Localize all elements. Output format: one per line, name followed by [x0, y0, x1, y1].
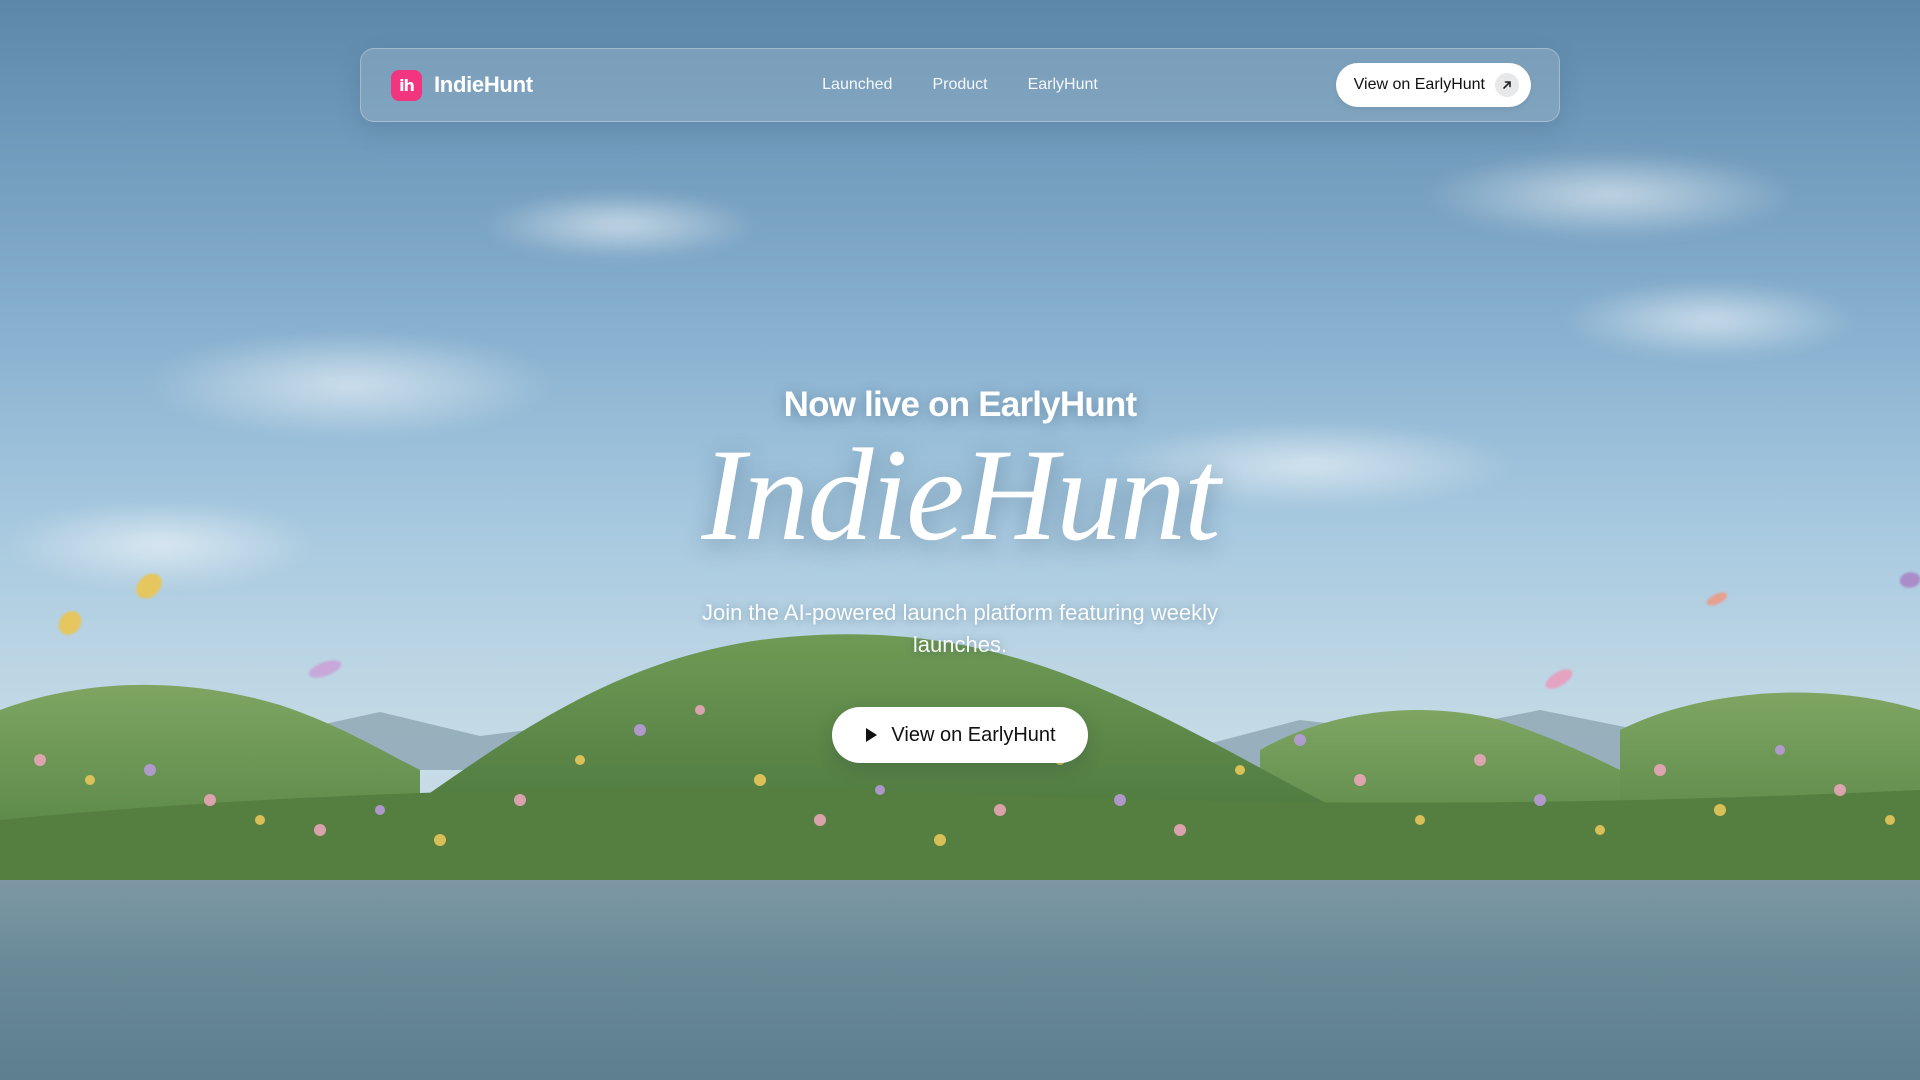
hero-subtitle: Join the AI-powered launch platform feat… [701, 600, 1219, 657]
brand-name: IndieHunt [434, 72, 533, 97]
top-navbar: ih IndieHunt Launched Product EarlyHunt … [360, 48, 1560, 122]
view-on-earlyhunt-hero-button[interactable]: View on EarlyHunt [832, 707, 1088, 763]
nav-link-earlyhunt[interactable]: EarlyHunt [1028, 76, 1098, 94]
hero-cta-label: View on EarlyHunt [891, 723, 1056, 746]
nav-link-product[interactable]: Product [932, 76, 987, 94]
play-icon [866, 728, 878, 742]
cloud [1420, 150, 1800, 240]
nav-cta-label: View on EarlyHunt [1353, 76, 1485, 93]
lake-reflection [0, 880, 1920, 1080]
cloud [480, 190, 760, 260]
hero-title: IndieHunt [701, 421, 1220, 568]
hero-section: Now live on EarlyHunt IndieHunt Join the… [0, 385, 1920, 763]
brand-logo-link[interactable]: ih IndieHunt [391, 69, 533, 101]
view-on-earlyhunt-nav-button[interactable]: View on EarlyHunt [1335, 63, 1531, 107]
arrow-up-right-icon [1495, 73, 1519, 97]
hero-eyebrow: Now live on EarlyHunt [783, 385, 1138, 424]
nav-links: Launched Product EarlyHunt [822, 76, 1098, 94]
nav-link-launched[interactable]: Launched [822, 76, 892, 94]
indiehunt-logo-icon: ih [391, 69, 422, 101]
cloud [1560, 280, 1860, 360]
